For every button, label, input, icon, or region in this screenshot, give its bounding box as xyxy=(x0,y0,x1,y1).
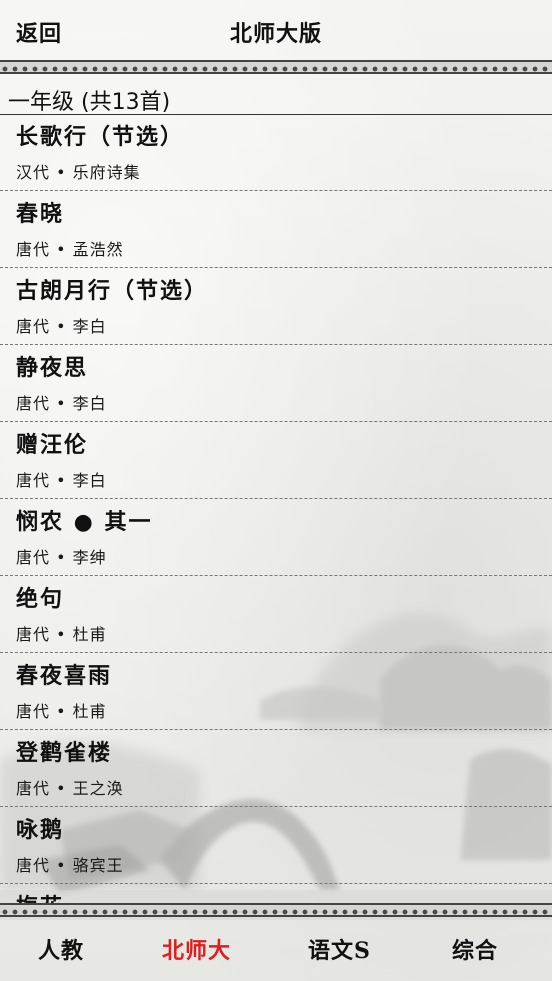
poem-list[interactable]: 长歌行（节选） 汉代 • 乐府诗集 春晓 唐代 • 孟浩然 古朗月行（节选） 唐… xyxy=(0,115,552,903)
poem-author: 唐代 • 李白 xyxy=(16,394,107,413)
poem-author: 唐代 • 李白 xyxy=(16,471,107,490)
grade-section-header: 一年级 (共13首) xyxy=(0,78,552,115)
list-item[interactable]: 春晓 唐代 • 孟浩然 xyxy=(0,192,552,268)
poem-title: 长歌行（节选） xyxy=(16,124,185,150)
poem-title: 春晓 xyxy=(16,201,65,227)
page-title: 北师大版 xyxy=(229,21,322,47)
list-item[interactable]: 长歌行（节选） 汉代 • 乐府诗集 xyxy=(0,115,552,191)
list-item[interactable]: 咏鹅 唐代 • 骆宾王 xyxy=(0,808,552,884)
poem-title: 梅花 xyxy=(16,889,64,903)
poem-title: 咏鹅 xyxy=(16,817,65,843)
tab-renjiao[interactable]: 人教 xyxy=(38,933,84,965)
list-item[interactable]: 梅花 xyxy=(0,885,552,903)
poem-author: 唐代 • 骆宾王 xyxy=(16,856,124,875)
grade-label: 一年级 (共13首) xyxy=(8,90,171,115)
poem-author: 唐代 • 杜甫 xyxy=(16,625,107,644)
list-item[interactable]: 春夜喜雨 唐代 • 杜甫 xyxy=(0,654,552,730)
poem-author: 唐代 • 孟浩然 xyxy=(16,240,124,259)
list-item[interactable]: 静夜思 唐代 • 李白 xyxy=(0,346,552,422)
poem-author: 汉代 • 乐府诗集 xyxy=(16,163,141,182)
poem-author: 唐代 • 李白 xyxy=(16,317,107,336)
top-header: 返回 北师大版 xyxy=(0,0,552,60)
list-item[interactable]: 古朗月行（节选） 唐代 • 李白 xyxy=(0,269,552,345)
list-item[interactable]: 绝句 唐代 • 杜甫 xyxy=(0,577,552,653)
bottom-tab-bar: 人教 北师大 语文S 综合 xyxy=(0,917,552,981)
list-item[interactable]: 悯农 ● 其一 唐代 • 李绅 xyxy=(0,500,552,576)
poem-author: 唐代 • 王之涣 xyxy=(16,779,124,798)
poem-author: 唐代 • 杜甫 xyxy=(16,702,107,721)
poem-title: 登鹳雀楼 xyxy=(16,740,113,766)
poem-title: 春夜喜雨 xyxy=(16,663,113,689)
poem-title: 赠汪伦 xyxy=(16,432,89,458)
poem-author: 唐代 • 李绅 xyxy=(16,548,107,567)
poem-title: 静夜思 xyxy=(16,355,89,381)
list-item[interactable]: 登鹳雀楼 唐代 • 王之涣 xyxy=(0,731,552,807)
poem-title: 悯农 ● 其一 xyxy=(16,509,153,535)
poem-title: 绝句 xyxy=(16,586,65,612)
list-item[interactable]: 赠汪伦 唐代 • 李白 xyxy=(0,423,552,499)
poem-title: 古朗月行（节选） xyxy=(16,278,209,304)
tab-yuwen-s[interactable]: 语文S xyxy=(308,933,371,965)
decorative-border-bottom xyxy=(0,903,552,917)
tab-zonghe[interactable]: 综合 xyxy=(452,933,498,965)
decorative-border-top xyxy=(0,60,552,74)
tab-beishida[interactable]: 北师大 xyxy=(162,933,231,965)
